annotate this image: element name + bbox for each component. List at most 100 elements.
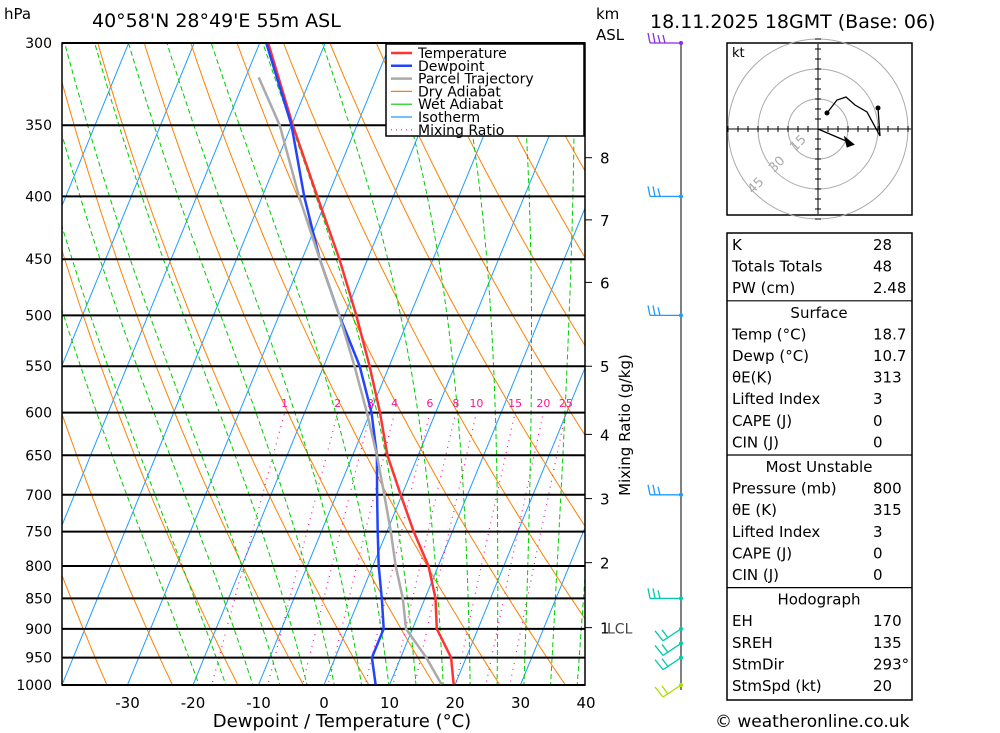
wind-barb-icon <box>654 684 682 698</box>
index-label: Lifted Index <box>732 390 820 408</box>
index-label: Totals Totals <box>731 258 823 276</box>
isotherm-line <box>62 43 130 208</box>
km-tick-label: 3 <box>600 491 610 509</box>
index-label: CIN (J) <box>732 566 779 584</box>
y-tick-label: 700 <box>25 488 52 504</box>
index-value: 48 <box>873 258 892 276</box>
dry-adiabat-line <box>97 43 370 685</box>
hodograph-end-dot <box>875 105 881 111</box>
pressure-unit-label: hPa <box>4 5 31 23</box>
x-tick-label: -30 <box>115 694 140 712</box>
legend: TemperatureDewpointParcel TrajectoryDry … <box>385 43 585 139</box>
wind-barbs <box>647 32 683 698</box>
wind-barb-icon <box>654 628 682 642</box>
wet-adiabat-line <box>210 43 390 685</box>
isotherm-line <box>0 6 13 711</box>
mixing-ratio-label: 4 <box>391 397 398 410</box>
index-value: 2.48 <box>873 279 906 297</box>
indices-table: K 28 Totals Totals 48 PW (cm) 2.48 Surface Temp… <box>726 232 913 701</box>
index-value: 293° <box>873 655 909 673</box>
wet-adiabat-line <box>166 43 363 685</box>
index-label: StmDir <box>732 655 785 673</box>
barb-stroke <box>654 628 682 642</box>
index-label: CAPE (J) <box>732 412 792 430</box>
index-label: K <box>732 236 743 254</box>
wind-barb-icon <box>647 588 681 599</box>
mixing-ratio-label: 15 <box>508 397 522 410</box>
index-label: θE (K) <box>732 501 777 519</box>
x-tick-label: 20 <box>445 694 464 712</box>
index-label: Temp (°C) <box>731 325 806 343</box>
lcl-label: LCL <box>607 622 633 638</box>
index-value: 20 <box>873 677 892 695</box>
x-tick-label: 40 <box>576 694 595 712</box>
mixing-ratio-label: 6 <box>426 397 433 410</box>
y-tick-label: 850 <box>25 591 52 607</box>
wind-barb-icon <box>647 32 681 44</box>
x-axis-label: Dewpoint / Temperature (°C) <box>213 711 471 732</box>
index-value: 10.7 <box>873 347 906 365</box>
barb-stroke <box>654 684 682 698</box>
index-value: 28 <box>873 236 892 254</box>
x-tick-label: 10 <box>380 694 399 712</box>
index-label: CIN (J) <box>732 433 779 451</box>
mixing-ratio-label: 10 <box>469 397 483 410</box>
wet-adiabat-line <box>127 43 335 685</box>
km-unit-label: km <box>596 5 619 23</box>
dry-adiabat-line <box>907 6 1000 711</box>
mixing-ratio-line <box>509 412 567 685</box>
index-label: Lifted Index <box>732 523 820 541</box>
index-label: EH <box>732 612 753 630</box>
barb-stroke <box>647 484 681 496</box>
index-value: 313 <box>873 369 902 387</box>
wind-barb-icon <box>647 484 681 496</box>
km-tick-label: 8 <box>600 150 610 168</box>
index-value: 170 <box>873 612 902 630</box>
x-tick-label: 30 <box>511 694 530 712</box>
mixing-ratio-label: 8 <box>452 397 459 410</box>
mixing-ratio-label: 2 <box>334 397 341 410</box>
index-value: 0 <box>873 412 883 430</box>
y-tick-label: 750 <box>25 525 52 541</box>
index-label: Pressure (mb) <box>732 480 837 498</box>
km-tick-label: 7 <box>600 212 610 230</box>
x-tick-label: -20 <box>181 694 206 712</box>
mixing-ratio-line <box>301 412 372 685</box>
y-tick-label: 450 <box>25 252 52 268</box>
index-value: 315 <box>873 501 902 519</box>
isotherm-line <box>62 43 326 685</box>
mixing-ratio-line <box>211 412 286 685</box>
index-value: 3 <box>873 523 883 541</box>
wind-barb-icon <box>647 305 681 317</box>
wet-adiabat-line <box>64 43 281 685</box>
index-label: SREH <box>732 634 773 652</box>
hodograph-unit: kt <box>732 46 745 61</box>
barb-stroke <box>654 657 682 671</box>
isotherm-line <box>126 43 392 685</box>
index-label: PW (cm) <box>732 279 795 297</box>
barb-stroke <box>647 588 681 599</box>
y-tick-label: 900 <box>25 622 52 638</box>
barb-stroke <box>647 305 681 317</box>
y-tick-label: 1000 <box>16 678 52 694</box>
mixing-ratio-label: 25 <box>559 397 573 410</box>
km-tick-label: 4 <box>600 426 610 444</box>
datetime-title: 18.11.2025 18GMT (Base: 06) <box>650 11 935 33</box>
index-value: 800 <box>873 480 902 498</box>
skewt-chart: hPa 40°58'N 28°49'E 55m ASL km ASL 18.11… <box>0 5 1000 732</box>
mixing-ratio-label: 20 <box>536 397 550 410</box>
y-tick-label: 650 <box>25 448 52 464</box>
index-value: 135 <box>873 634 902 652</box>
index-label: Dewp (°C) <box>732 347 809 365</box>
plot-frame <box>61 42 586 686</box>
section-title: Hodograph <box>777 591 860 609</box>
location-title: 40°58'N 28°49'E 55m ASL <box>92 10 341 32</box>
index-value: 0 <box>873 566 883 584</box>
y-tick-label: 300 <box>25 36 52 52</box>
y-tick-label: 350 <box>25 118 52 134</box>
y-tick-label: 800 <box>25 559 52 575</box>
copyright: © weatheronline.co.uk <box>715 712 910 732</box>
section-title: Surface <box>790 304 847 322</box>
y-tick-label: 500 <box>25 308 52 324</box>
wind-barb-icon <box>647 186 681 198</box>
